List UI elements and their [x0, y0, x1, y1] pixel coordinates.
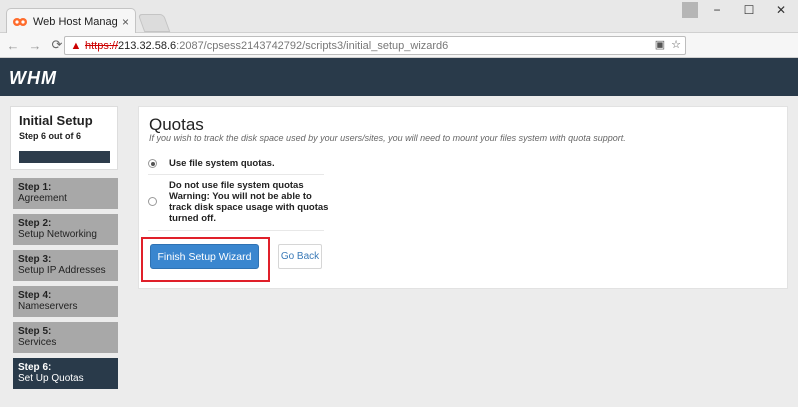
address-bar[interactable]: ▲ https:// 213.32.58.6 :2087/cpsess21437… [64, 36, 686, 55]
step-label: Services [18, 337, 57, 348]
window-maximize-button[interactable]: ☐ [732, 0, 766, 20]
finish-setup-wizard-button[interactable]: Finish Setup Wizard [150, 244, 259, 269]
page-title: Quotas [149, 115, 204, 134]
browser-toolbar: ← → ⟳ ▲ https:// 213.32.58.6 :2087/cpses… [0, 33, 798, 87]
sidebar-step-4[interactable]: Step 4: Nameservers [13, 286, 118, 317]
translate-icon[interactable]: ▣ [655, 38, 665, 51]
profile-icon[interactable] [682, 2, 698, 18]
back-icon[interactable]: ← [4, 36, 22, 54]
step-number: Step 6: [18, 362, 52, 373]
step-number: Step 5: [18, 326, 52, 337]
page-description: If you wish to track the disk space used… [149, 133, 626, 143]
sidebar-step-2[interactable]: Step 2: Setup Networking [13, 214, 118, 245]
step-number: Step 4: [18, 290, 52, 301]
setup-progress-bar [19, 151, 110, 163]
sidebar-step-6[interactable]: Step 6: Set Up Quotas [13, 358, 118, 389]
not-secure-warning-icon[interactable]: ▲ [67, 40, 85, 52]
bookmark-star-icon[interactable]: ☆ [671, 38, 681, 51]
window-close-button[interactable]: ✕ [764, 0, 798, 20]
option-no-quotas-line4: turned off. [169, 213, 216, 224]
step-label: Set Up Quotas [18, 373, 84, 384]
sidebar-step-3[interactable]: Step 3: Setup IP Addresses [13, 250, 118, 281]
cpanel-favicon-icon [13, 16, 27, 28]
browser-tab[interactable]: Web Host Manager 11.6 × [6, 8, 136, 34]
go-back-button[interactable]: Go Back [278, 244, 322, 269]
option-no-quotas-label[interactable]: Do not use file system quotas Warning: Y… [169, 180, 328, 224]
step-label: Nameservers [18, 301, 78, 312]
option-no-quotas-radio[interactable] [148, 197, 157, 206]
step-number: Step 2: [18, 218, 52, 229]
option-use-quotas-label[interactable]: Use file system quotas. [169, 158, 275, 169]
setup-title: Initial Setup [19, 113, 93, 128]
radio-checked-icon[interactable] [148, 159, 157, 168]
step-label: Agreement [18, 193, 67, 204]
tab-close-icon[interactable]: × [122, 15, 129, 29]
step-label: Setup IP Addresses [18, 265, 106, 276]
whm-header: WHM [0, 58, 798, 96]
step-label: Setup Networking [18, 229, 97, 240]
whm-logo[interactable]: WHM [9, 68, 57, 89]
option-divider [148, 230, 324, 231]
setup-progress-card: Initial Setup Step 6 out of 6 [10, 106, 118, 170]
option-no-quotas-line1: Do not use file system quotas [169, 180, 304, 191]
quotas-panel: Quotas If you wish to track the disk spa… [138, 106, 788, 289]
sidebar-step-5[interactable]: Step 5: Services [13, 322, 118, 353]
option-divider [148, 174, 324, 175]
step-number: Step 1: [18, 182, 52, 193]
url-scheme: https:// [85, 39, 119, 52]
setup-progress-text: Step 6 out of 6 [19, 131, 82, 141]
url-host: 213.32.58.6 [118, 39, 177, 52]
browser-tabbar: Web Host Manager 11.6 × − ☐ ✕ [0, 0, 798, 34]
new-tab-button[interactable] [137, 14, 171, 32]
option-use-quotas-radio[interactable] [148, 159, 157, 168]
option-no-quotas-line3: track disk space usage with quotas [169, 202, 329, 213]
tab-title: Web Host Manager 11.6 [33, 15, 118, 28]
sidebar-step-1[interactable]: Step 1: Agreement [13, 178, 118, 209]
forward-icon[interactable]: → [26, 36, 44, 54]
url-path: :2087/cpsess2143742792/scripts3/initial_… [176, 39, 449, 52]
step-number: Step 3: [18, 254, 52, 265]
window-minimize-button[interactable]: − [700, 0, 734, 20]
radio-unchecked-icon[interactable] [148, 197, 157, 206]
option-no-quotas-line2: Warning: You will not be able to [169, 191, 312, 202]
